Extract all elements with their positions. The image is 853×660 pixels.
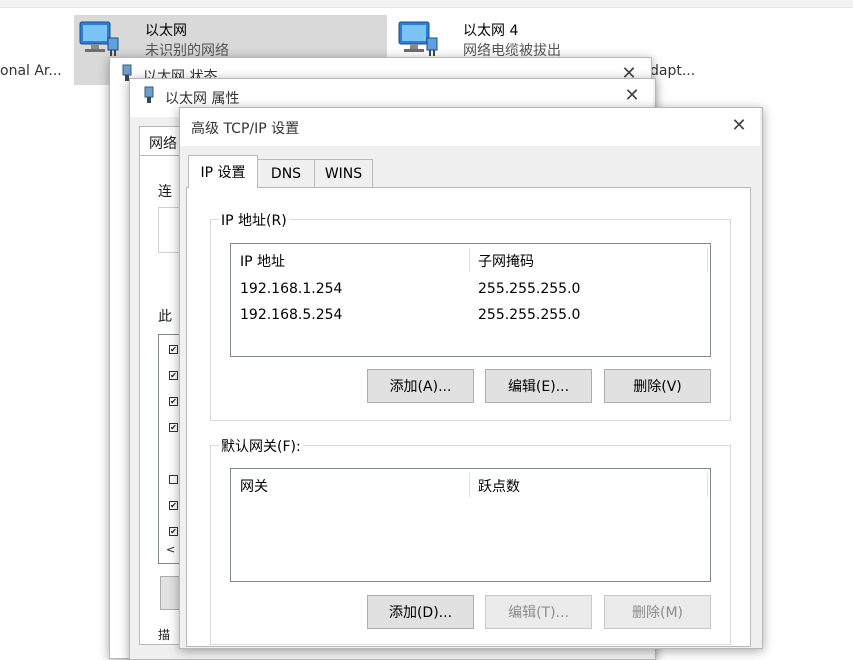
item-checkbox[interactable]: ✔ — [169, 371, 178, 380]
description-label: 描 — [158, 628, 171, 642]
tab-dns[interactable]: DNS — [257, 159, 315, 187]
item-checkbox[interactable] — [169, 475, 178, 484]
column-header-gateway[interactable]: 网关 — [240, 476, 268, 496]
item-checkbox[interactable]: ✔ — [169, 397, 178, 406]
subnet-cell: 255.255.255.0 — [478, 307, 581, 323]
gateway-legend: 默认网关(F): — [219, 436, 303, 456]
edit-gateway-button[interactable]: 编辑(T)... — [485, 595, 592, 629]
adapter-name: 以太网 — [145, 23, 187, 39]
ip-cell: 192.168.5.254 — [240, 307, 343, 323]
column-header-subnet[interactable]: 子网掩码 — [478, 251, 534, 271]
advanced-dialog-title: 高级 TCP/IP 设置 — [191, 121, 300, 137]
window-top-strip — [0, 0, 853, 8]
this-connection-label: 此 — [158, 309, 172, 325]
network-adapter-icon — [79, 21, 119, 56]
item-checkbox[interactable]: ✔ — [169, 423, 178, 432]
adapter-plug-icon — [144, 86, 154, 103]
connect-using-label: 连 — [158, 184, 172, 200]
tab-ip-settings[interactable]: IP 设置 — [188, 155, 258, 188]
add-gateway-button[interactable]: 添加(D)... — [367, 595, 474, 629]
column-divider[interactable] — [469, 473, 470, 497]
tab-network-label: 网络 — [149, 136, 177, 152]
column-header-ip[interactable]: IP 地址 — [240, 251, 285, 271]
add-ip-button[interactable]: 添加(A)... — [367, 369, 474, 403]
tab-wins[interactable]: WINS — [314, 159, 373, 187]
column-header-metric[interactable]: 跃点数 — [478, 476, 520, 496]
edit-ip-button[interactable]: 编辑(E)... — [485, 369, 592, 403]
adapter-truncated-right[interactable]: dapt... — [650, 63, 695, 79]
delete-ip-button[interactable]: 删除(V) — [604, 369, 711, 403]
column-divider — [707, 473, 708, 497]
column-divider[interactable] — [469, 248, 470, 272]
item-checkbox[interactable]: ✔ — [169, 345, 178, 354]
status-dialog-title: 以太网 状态 — [143, 69, 218, 78]
adapter-name[interactable]: 以太网 4 — [463, 20, 518, 40]
close-icon[interactable]: ✕ — [622, 87, 642, 105]
gateway-list[interactable] — [230, 468, 711, 582]
scroll-left-arrow[interactable]: < — [166, 543, 175, 556]
subnet-cell: 255.255.255.0 — [478, 281, 581, 297]
ip-address-legend: IP 地址(R) — [219, 210, 289, 230]
adapter-truncated-left[interactable]: onal Ar... — [0, 63, 62, 79]
item-checkbox[interactable]: ✔ — [169, 527, 178, 536]
close-icon[interactable]: ✕ — [729, 117, 749, 135]
item-checkbox[interactable]: ✔ — [169, 501, 178, 510]
ip-cell: 192.168.1.254 — [240, 281, 343, 297]
delete-gateway-button[interactable]: 删除(M) — [604, 595, 711, 629]
column-divider — [707, 248, 708, 272]
properties-dialog-title: 以太网 属性 — [165, 91, 240, 107]
network-adapter-icon — [398, 21, 438, 56]
